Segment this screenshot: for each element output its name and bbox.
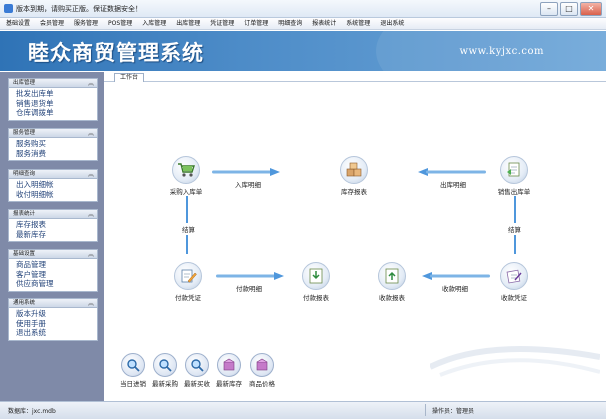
sidebar-item-wholesale-out[interactable]: 批发出库单	[16, 89, 97, 99]
upload-report-icon	[378, 262, 406, 290]
node-inventory-report[interactable]: 库存报表	[330, 156, 378, 196]
status-separator	[425, 404, 426, 416]
close-button[interactable]: ✕	[580, 2, 602, 16]
quick-today-sales[interactable]: 当日进销	[116, 353, 150, 388]
menu-item-order[interactable]: 订单管理	[244, 18, 268, 29]
magnifier-icon	[185, 353, 209, 377]
label-receive-detail: 收款明细	[442, 285, 468, 293]
sidebar-item-customers[interactable]: 客户管理	[16, 270, 97, 280]
sidebar: 出库管理 ︽ 批发出库单 销售退货单 仓库调拨单 服务管理 ︽ 服务购买 服务消费 …	[0, 72, 104, 401]
sidebar-group-header[interactable]: 服务管理 ︽	[8, 128, 98, 138]
cart-icon	[172, 156, 200, 184]
arrow-pay-detail	[216, 272, 286, 280]
label-pay-detail: 付款明细	[236, 285, 262, 293]
sidebar-group-service: 服务管理 ︽ 服务购买 服务消费	[8, 128, 98, 162]
decorative-watermark	[430, 346, 600, 377]
status-database: 数据库：jxc.mdb	[8, 408, 56, 415]
arrow-in-detail	[212, 168, 282, 176]
box-icon	[217, 353, 241, 377]
sidebar-group-header[interactable]: 出库管理 ︽	[8, 78, 98, 88]
tab-workbench[interactable]: 工作台	[114, 73, 145, 82]
arrow-receive-detail	[420, 272, 490, 280]
quick-latest-purchase[interactable]: 最新采购	[148, 353, 182, 388]
status-operator: 操作员：管理员	[432, 408, 475, 415]
sidebar-item-products[interactable]: 商品管理	[16, 260, 97, 270]
label-out-detail: 出库明细	[440, 181, 466, 189]
quick-latest-stock[interactable]: 最新库存	[212, 353, 246, 388]
arrow-out-detail	[416, 168, 486, 176]
label-settle-left: 结算	[182, 223, 195, 235]
app-url: www.kyjxc.com	[459, 46, 544, 57]
sidebar-item-payment-detail[interactable]: 收付明细帐	[16, 190, 97, 200]
download-report-icon	[302, 262, 330, 290]
workspace: 工作台 采购入库单 库存报表 销售出库单 付款凭证 付款报表 收款报表 收款凭证…	[104, 72, 606, 401]
sidebar-group-reports: 报表统计 ︽ 库存报表 最新库存	[8, 209, 98, 243]
app-name: 睦众商贸管理系统	[28, 40, 204, 65]
menu-item-stock-in[interactable]: 入库管理	[142, 18, 166, 29]
node-sales-out[interactable]: 销售出库单	[490, 156, 538, 196]
sidebar-item-latest-stock[interactable]: 最新库存	[16, 230, 97, 240]
sidebar-group-stock-out: 出库管理 ︽ 批发出库单 销售退货单 仓库调拨单	[8, 78, 98, 121]
node-receipt-voucher[interactable]: 收款凭证	[490, 262, 538, 302]
sidebar-item-stock-report[interactable]: 库存报表	[16, 220, 97, 230]
sidebar-group-header[interactable]: 基础设置 ︽	[8, 249, 98, 259]
node-payment-report[interactable]: 付款报表	[292, 262, 340, 302]
node-payment-voucher[interactable]: 付款凭证	[164, 262, 212, 302]
collapse-icon[interactable]: ︽	[88, 79, 94, 88]
maximize-button[interactable]: □	[560, 2, 578, 16]
sidebar-group-basic: 基础设置 ︽ 商品管理 客户管理 供应商管理	[8, 249, 98, 292]
menu-item-service[interactable]: 服务管理	[74, 18, 98, 29]
app-icon	[4, 4, 13, 13]
title-bar: 版本到期，请购买正版。保证数据安全！ – □ ✕	[0, 0, 606, 18]
menu-item-exit[interactable]: 退出系统	[380, 18, 404, 29]
collapse-icon[interactable]: ︽	[88, 170, 94, 179]
status-bar: 数据库：jxc.mdb 操作员：管理员	[0, 401, 606, 419]
edit-document-icon	[174, 262, 202, 290]
sidebar-item-service-consume[interactable]: 服务消费	[16, 149, 97, 159]
pen-document-icon	[500, 262, 528, 290]
collapse-icon[interactable]: ︽	[88, 299, 94, 308]
menu-item-member[interactable]: 会员管理	[40, 18, 64, 29]
menu-item-stock-out[interactable]: 出库管理	[176, 18, 200, 29]
sidebar-item-manual[interactable]: 使用手册	[16, 319, 97, 329]
sidebar-item-sales-return[interactable]: 销售退货单	[16, 99, 97, 109]
sidebar-group-general: 通用系统 ︽ 版本升级 使用手册 退出系统	[8, 298, 98, 341]
window-controls: – □ ✕	[540, 2, 602, 16]
collapse-icon[interactable]: ︽	[88, 129, 94, 138]
menu-item-pos[interactable]: POS管理	[108, 18, 132, 29]
menu-item-voucher[interactable]: 凭证管理	[210, 18, 234, 29]
minimize-button[interactable]: –	[540, 2, 558, 16]
window-title: 版本到期，请购买正版。保证数据安全！	[16, 5, 142, 13]
collapse-icon[interactable]: ︽	[88, 210, 94, 219]
quick-latest-receipt[interactable]: 最新买收	[180, 353, 214, 388]
menu-item-basic-settings[interactable]: 基础设置	[6, 18, 30, 29]
menu-item-detail-query[interactable]: 明细查询	[278, 18, 302, 29]
sidebar-item-transfer[interactable]: 仓库调拨单	[16, 108, 97, 118]
label-in-detail: 入库明细	[235, 181, 261, 189]
menu-bar: 基础设置 会员管理 服务管理 POS管理 入库管理 出库管理 凭证管理 订单管理…	[0, 18, 606, 30]
sidebar-group-detail: 明细查询 ︽ 出入明细帐 收付明细帐	[8, 169, 98, 203]
sidebar-group-header[interactable]: 报表统计 ︽	[8, 209, 98, 219]
boxes-icon	[340, 156, 368, 184]
tag-icon	[250, 353, 274, 377]
document-out-icon	[500, 156, 528, 184]
node-receipt-report[interactable]: 收款报表	[368, 262, 416, 302]
magnifier-icon	[121, 353, 145, 377]
sidebar-item-suppliers[interactable]: 供应商管理	[16, 279, 97, 289]
sidebar-item-exit[interactable]: 退出系统	[16, 328, 97, 338]
magnifier-icon	[153, 353, 177, 377]
quick-product-price[interactable]: 商品价格	[242, 353, 282, 388]
node-purchase-in[interactable]: 采购入库单	[162, 156, 210, 196]
label-settle-right: 结算	[508, 223, 521, 235]
sidebar-item-io-detail[interactable]: 出入明细帐	[16, 180, 97, 190]
sidebar-group-header[interactable]: 明细查询 ︽	[8, 169, 98, 179]
menu-item-system[interactable]: 系统管理	[346, 18, 370, 29]
sidebar-item-service-buy[interactable]: 服务购买	[16, 139, 97, 149]
app-banner: 睦众商贸管理系统 www.kyjxc.com	[0, 31, 606, 71]
menu-item-reports[interactable]: 报表统计	[312, 18, 336, 29]
sidebar-item-upgrade[interactable]: 版本升级	[16, 309, 97, 319]
collapse-icon[interactable]: ︽	[88, 250, 94, 259]
tab-strip: 工作台	[104, 72, 606, 82]
sidebar-group-header[interactable]: 通用系统 ︽	[8, 298, 98, 308]
